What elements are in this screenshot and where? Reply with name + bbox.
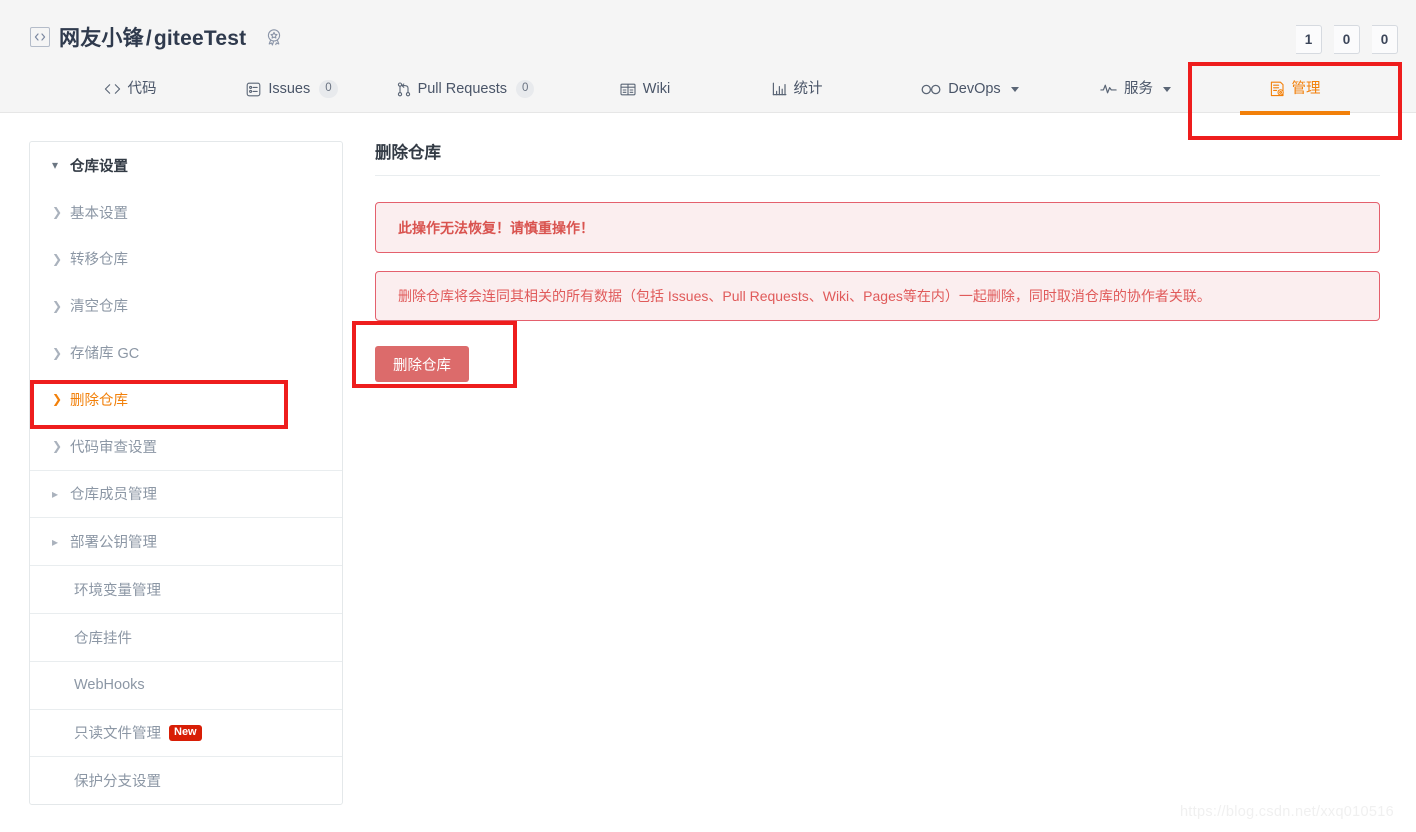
tab-service-label: 服务 <box>1124 82 1153 97</box>
code-icon <box>104 83 121 95</box>
tab-wiki-label: Wiki <box>643 82 670 97</box>
sidebar-label: 只读文件管理 <box>74 722 161 743</box>
tab-issues[interactable]: Issues 0 <box>222 65 362 113</box>
tab-issues-label: Issues <box>268 82 310 97</box>
issues-icon <box>246 82 261 97</box>
caret-down-icon: ▾ <box>52 158 70 172</box>
tab-devops-label: DevOps <box>948 82 1000 97</box>
tab-devops[interactable]: DevOps <box>900 65 1040 113</box>
tab-stats[interactable]: 统计 <box>742 65 852 113</box>
info-alert-text: 删除仓库将会连同其相关的所有数据（包括 Issues、Pull Requests… <box>398 286 1211 306</box>
sidebar-item-basic-settings[interactable]: ❯ 基本设置 <box>30 189 342 236</box>
sidebar-item-readonly-files[interactable]: 只读文件管理 New <box>30 710 342 757</box>
watermark: https://blog.csdn.net/xxq010516 <box>1180 804 1394 820</box>
info-alert: 删除仓库将会连同其相关的所有数据（包括 Issues、Pull Requests… <box>375 271 1380 321</box>
tab-issues-count: 0 <box>319 80 337 98</box>
chevron-down-icon <box>1163 87 1171 92</box>
sidebar-item-env-variables[interactable]: 环境变量管理 <box>30 566 342 613</box>
repo-owner-link[interactable]: 网友小锋 <box>59 27 144 50</box>
tab-pull-requests[interactable]: Pull Requests 0 <box>373 65 558 113</box>
tab-pull-requests-count: 0 <box>516 80 534 98</box>
triangle-right-icon: ▸ <box>52 535 70 549</box>
wiki-icon <box>620 83 636 96</box>
service-icon <box>1100 83 1117 95</box>
sidebar-item-repo-members[interactable]: ▸ 仓库成员管理 <box>30 471 342 518</box>
star-count[interactable]: 0 <box>1334 25 1360 54</box>
sidebar-label: 转移仓库 <box>70 248 128 269</box>
chevron-right-icon: ❯ <box>52 252 70 266</box>
sidebar-item-repo-gc[interactable]: ❯ 存储库 GC <box>30 329 342 376</box>
fork-count[interactable]: 0 <box>1372 25 1398 54</box>
sidebar-label: 保护分支设置 <box>74 770 161 791</box>
tab-code-label: 代码 <box>128 82 157 97</box>
sidebar-label: 仓库成员管理 <box>70 483 157 504</box>
title-divider <box>375 175 1380 176</box>
watching-count[interactable]: 1 <box>1296 25 1322 54</box>
fork-button-group: Fork 0 <box>1372 25 1398 54</box>
tab-service[interactable]: 服务 <box>1078 65 1193 113</box>
repo-nav: 代码 Issues 0 <box>0 65 1416 113</box>
repo-breadcrumb: 网友小锋/giteeTest <box>30 22 285 52</box>
stats-icon <box>772 82 787 96</box>
chevron-right-icon: ❯ <box>52 392 70 406</box>
sidebar-label: 部署公钥管理 <box>70 531 157 552</box>
code-brackets-icon <box>30 27 50 47</box>
sidebar-group-repo-settings[interactable]: ▾ 仓库设置 <box>30 142 342 189</box>
new-badge: New <box>169 725 202 742</box>
sidebar-item-protected-branches[interactable]: 保护分支设置 <box>30 757 342 804</box>
tab-wiki[interactable]: Wiki <box>590 65 700 113</box>
tab-manage[interactable]: 管理 <box>1188 65 1402 113</box>
sidebar-item-code-review-settings[interactable]: ❯ 代码审查设置 <box>30 423 342 470</box>
sidebar-item-transfer-repo[interactable]: ❯ 转移仓库 <box>30 236 342 283</box>
sidebar-label: 仓库设置 <box>70 155 128 176</box>
sidebar-item-repo-widget[interactable]: 仓库挂件 <box>30 614 342 661</box>
sidebar-item-deploy-keys[interactable]: ▸ 部署公钥管理 <box>30 518 342 565</box>
chevron-right-icon: ❯ <box>52 205 70 219</box>
page-root: 网友小锋/giteeTest Watching <box>0 0 1416 832</box>
chevron-right-icon: ❯ <box>52 346 70 360</box>
header-actions: Watching 1 Star 0 <box>1296 25 1398 54</box>
sidebar-label: 基本设置 <box>70 202 128 223</box>
repo-separator: / <box>146 27 152 50</box>
sidebar-label: 环境变量管理 <box>74 579 161 600</box>
settings-sidebar: ▾ 仓库设置 ❯ 基本设置 ❯ 转移仓库 ❯ 清空仓库 ❯ 存储库 GC ❯ 删… <box>29 141 343 805</box>
sidebar-label: 清空仓库 <box>70 295 128 316</box>
tab-manage-label: 管理 <box>1292 82 1321 97</box>
main-content: 删除仓库 此操作无法恢复！请慎重操作！ 删除仓库将会连同其相关的所有数据（包括 … <box>375 139 1380 382</box>
sidebar-item-webhooks[interactable]: WebHooks <box>30 662 342 709</box>
medal-star-icon <box>263 26 285 48</box>
chevron-right-icon: ❯ <box>52 299 70 313</box>
pull-request-icon <box>397 82 411 97</box>
star-button-group: Star 0 <box>1334 25 1360 54</box>
page-title: 删除仓库 <box>375 139 1380 175</box>
repo-name-link[interactable]: giteeTest <box>154 27 246 50</box>
sidebar-item-delete-repo[interactable]: ❯ 删除仓库 <box>30 376 342 423</box>
tab-pull-requests-label: Pull Requests <box>418 82 507 97</box>
delete-repo-button[interactable]: 删除仓库 <box>375 346 469 382</box>
sidebar-label: 仓库挂件 <box>74 627 132 648</box>
tab-stats-label: 统计 <box>794 82 823 97</box>
sidebar-label: 删除仓库 <box>70 389 128 410</box>
repo-full-name: 网友小锋/giteeTest <box>59 22 246 52</box>
tab-code[interactable]: 代码 <box>70 65 190 113</box>
devops-icon <box>921 84 941 95</box>
chevron-right-icon: ❯ <box>52 439 70 453</box>
sidebar-label: 存储库 GC <box>70 342 139 363</box>
manage-icon <box>1270 81 1285 97</box>
sidebar-label: 代码审查设置 <box>70 436 157 457</box>
sidebar-label: WebHooks <box>74 677 145 693</box>
watching-button-group: Watching 1 <box>1296 25 1322 54</box>
danger-alert: 此操作无法恢复！请慎重操作！ <box>375 202 1380 253</box>
danger-alert-text: 此操作无法恢复！请慎重操作！ <box>398 218 594 238</box>
sidebar-item-clear-repo[interactable]: ❯ 清空仓库 <box>30 282 342 329</box>
triangle-right-icon: ▸ <box>52 487 70 501</box>
chevron-down-icon <box>1011 87 1019 92</box>
